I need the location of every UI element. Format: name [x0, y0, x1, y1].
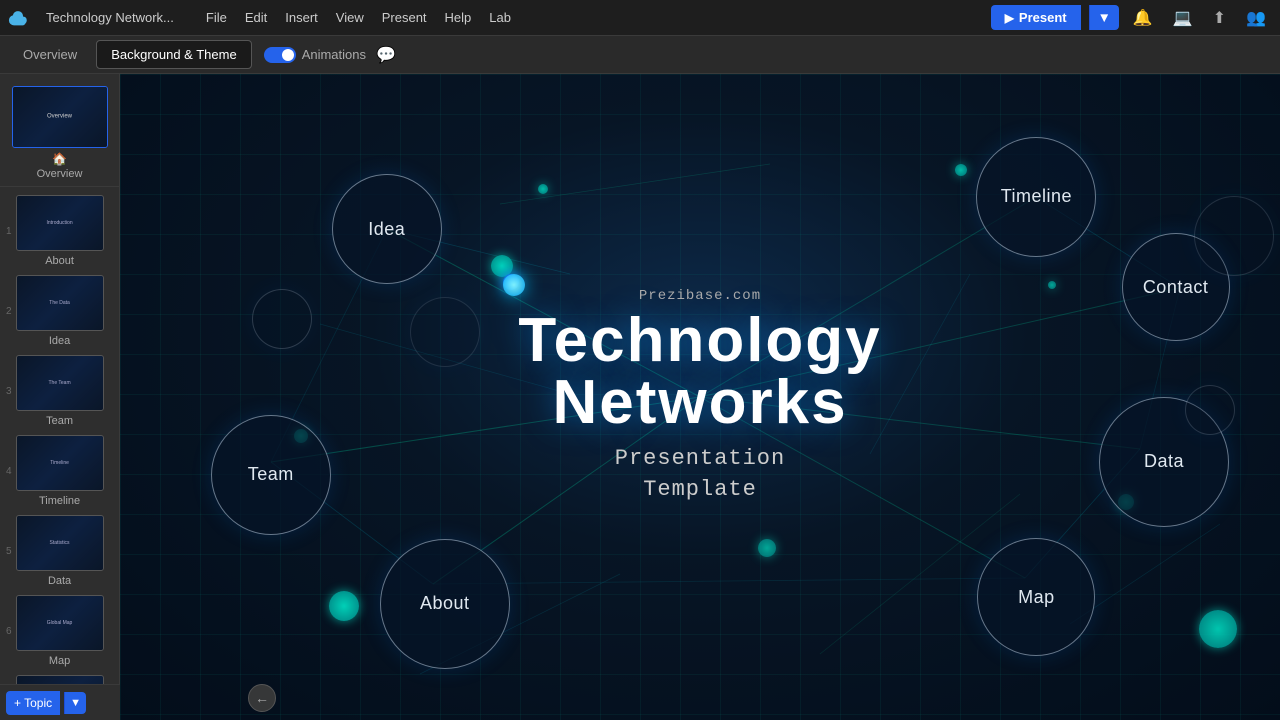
prezibase-subtitle: Prezibase.com [518, 288, 881, 304]
share-button[interactable]: ⬆ [1207, 4, 1232, 32]
sidebar-overview[interactable]: Overview 🏠 Overview [0, 80, 119, 187]
slide-label-4: Timeline [39, 495, 80, 507]
sidebar: Overview 🏠 Overview 1 Introduction About… [0, 74, 120, 720]
canvas[interactable]: Idea Timeline Contact Team Data About Ma… [120, 74, 1280, 720]
slide-number-1: 1 [6, 226, 12, 237]
tab-overview[interactable]: Overview [8, 40, 92, 69]
slide-item-1[interactable]: 1 Introduction About [0, 191, 119, 271]
notifications-button[interactable]: 🔔 [1127, 4, 1159, 32]
slide-item-5[interactable]: 5 Statistics Data [0, 511, 119, 591]
bottom-bar: + Topic ▼ [0, 684, 120, 720]
slide-thumb-6: Global Map [16, 595, 104, 651]
node-map[interactable]: Map [977, 538, 1095, 656]
topbar: Technology Network... File Edit Insert V… [0, 0, 1280, 36]
slide-item-4[interactable]: 4 Timeline Timeline [0, 431, 119, 511]
slide-thumb-1: Introduction [16, 195, 104, 251]
main-title: Technology Networks [518, 310, 881, 434]
animations-toggle-group: Animations [264, 47, 366, 63]
menu-view[interactable]: View [328, 6, 372, 29]
slide-number-5: 5 [6, 546, 12, 557]
present-button[interactable]: ▶ Present [991, 5, 1081, 30]
menu-edit[interactable]: Edit [237, 6, 275, 29]
slide-item-6[interactable]: 6 Global Map Map [0, 591, 119, 671]
tabs-bar: Overview Background & Theme Animations 💬 [0, 36, 1280, 74]
node-ghost-2 [1185, 385, 1235, 435]
overview-label: Overview [37, 168, 83, 180]
add-topic-button[interactable]: + Topic [6, 691, 60, 715]
slide-thumb-5: Statistics [16, 515, 104, 571]
slide-label-6: Map [49, 655, 70, 667]
app-logo [8, 7, 30, 29]
slide-item-3[interactable]: 3 The Team Team [0, 351, 119, 431]
animations-label: Animations [302, 47, 366, 62]
main-area: Overview 🏠 Overview 1 Introduction About… [0, 74, 1280, 720]
slide-thumb-3: The Team [16, 355, 104, 411]
slide-number-4: 4 [6, 466, 12, 477]
slide-label-5: Data [48, 575, 71, 587]
tab-bg-theme[interactable]: Background & Theme [96, 40, 252, 69]
menu-lab[interactable]: Lab [481, 6, 519, 29]
overview-thumbnail: Overview [12, 86, 108, 148]
teal-dot-7 [1199, 610, 1237, 648]
node-idea[interactable]: Idea [332, 174, 442, 284]
teal-dot-3 [329, 591, 359, 621]
slide-number-2: 2 [6, 306, 12, 317]
menu-help[interactable]: Help [437, 6, 480, 29]
menu-file[interactable]: File [198, 6, 235, 29]
slide-number-3: 3 [6, 386, 12, 397]
users-button[interactable]: 👥 [1240, 4, 1272, 32]
node-ghost-3 [1194, 196, 1274, 276]
slide-label-2: Idea [49, 335, 70, 347]
share-screen-button[interactable]: 💻 [1167, 4, 1199, 32]
animations-toggle[interactable] [264, 47, 296, 63]
add-topic-dropdown[interactable]: ▼ [64, 692, 86, 714]
slide-label-3: Team [46, 415, 73, 427]
menu-insert[interactable]: Insert [277, 6, 326, 29]
menu-present[interactable]: Present [374, 6, 435, 29]
slide-thumb-2: The Data [16, 275, 104, 331]
node-about[interactable]: About [380, 539, 510, 669]
back-nav-button[interactable]: ← [248, 684, 276, 712]
comment-icon[interactable]: 💬 [376, 45, 396, 65]
teal-dot-4 [758, 539, 776, 557]
node-timeline[interactable]: Timeline [976, 137, 1096, 257]
center-content: Prezibase.com Technology Networks Presen… [518, 288, 881, 506]
slide-label-1: About [45, 255, 74, 267]
slide-thumb-4: Timeline [16, 435, 104, 491]
teal-dot-8 [538, 184, 548, 194]
node-ghost-4 [410, 297, 480, 367]
slide-item-2[interactable]: 2 The Data Idea [0, 271, 119, 351]
cloud-icon [8, 7, 30, 29]
teal-dot-9 [1048, 281, 1056, 289]
node-team[interactable]: Team [211, 415, 331, 535]
toggle-knob [282, 49, 294, 61]
app-title: Technology Network... [46, 10, 174, 25]
present-dropdown-button[interactable]: ▼ [1089, 5, 1119, 30]
sub-title: Presentation Template [518, 444, 881, 506]
slide-number-6: 6 [6, 626, 12, 637]
home-icon: 🏠 [52, 152, 67, 166]
menu-bar: File Edit Insert View Present Help Lab [198, 6, 519, 29]
